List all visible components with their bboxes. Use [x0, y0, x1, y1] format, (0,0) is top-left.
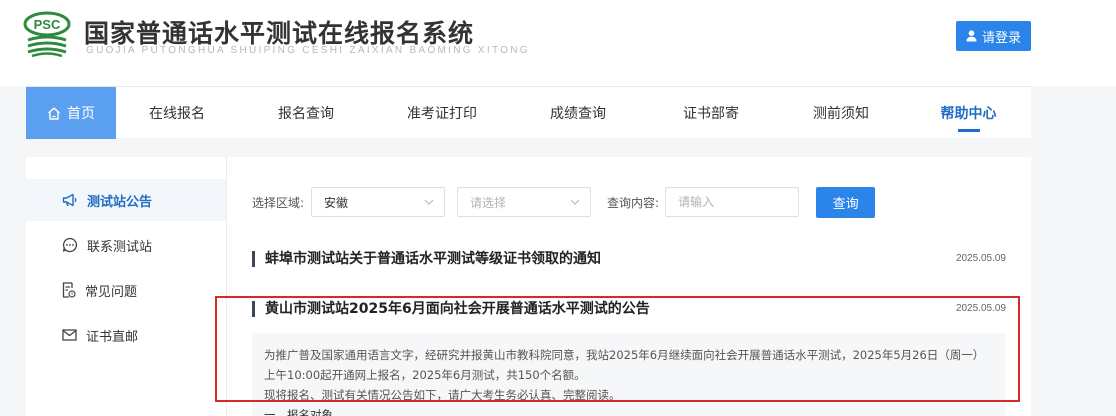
nav-home[interactable]: 首页: [26, 87, 116, 139]
nav-home-label: 首页: [67, 106, 95, 122]
logo-text: PSC: [34, 17, 61, 32]
site-title-pinyin: GUOJIA PUTONGHUA SHUIPING CESHI ZAIXIAN …: [86, 45, 530, 56]
nav-label: 准考证打印: [407, 106, 477, 122]
sidebar-item-announcements[interactable]: 测试站公告: [26, 179, 226, 221]
nav-label: 在线报名: [149, 106, 205, 122]
user-icon: [966, 30, 977, 42]
sidebar-item-faq[interactable]: 常见问题: [26, 269, 226, 311]
nav-label: 帮助中心: [940, 106, 997, 122]
sidebar-item-label: 联系测试站: [87, 239, 153, 255]
nav-admission-ticket-print[interactable]: 准考证打印: [374, 87, 510, 139]
sidebar-item-label: 常见问题: [85, 284, 138, 300]
summary-line: 上午10:00起开通网上报名，2025年6月测试，共150个名额。: [264, 368, 586, 382]
login-label: 请登录: [981, 30, 1021, 46]
nav-label: 成绩查询: [550, 106, 606, 122]
megaphone-icon: [62, 193, 77, 207]
summary-section-heading: 一、报名对象: [264, 408, 333, 416]
top-header: PSC 国家普通话水平测试在线报名系统 GUOJIA PUTONGHUA SHU…: [0, 0, 1116, 86]
chevron-down-icon: [570, 199, 580, 205]
login-button[interactable]: 请登录: [956, 21, 1031, 51]
news-item[interactable]: 黄山市测试站2025年6月面向社会开展普通话水平测试的公告 2025.05.09: [252, 301, 1006, 321]
news-date: 2025.05.09: [955, 253, 1006, 264]
mail-icon: [62, 329, 77, 341]
nav-registration-query[interactable]: 报名查询: [238, 87, 374, 139]
psc-logo: PSC: [23, 11, 71, 58]
city-placeholder: 请选择: [470, 195, 507, 210]
nav-certificate-mail[interactable]: 证书部寄: [646, 87, 776, 139]
news-item[interactable]: 蚌埠市测试站关于普通话水平测试等级证书领取的通知 2025.05.09: [252, 251, 1006, 271]
news-summary: 为推广普及国家通用语言文字，经研究并报黄山市教科院同意，我站2025年6月继续面…: [252, 333, 1006, 416]
main-nav: 首页 在线报名 报名查询 准考证打印 成绩查询 证书部寄 测前须知 帮助中心: [26, 86, 1031, 139]
query-button[interactable]: 查询: [816, 186, 876, 218]
sidebar-item-certificate-mail[interactable]: 证书直邮: [26, 314, 226, 356]
sidebar: 测试站公告 联系测试站 常见问题 证书直邮: [26, 157, 227, 416]
summary-line: 为推广普及国家通用语言文字，经研究并报黄山市教科院同意，我站2025年6月继续面…: [264, 348, 985, 362]
nav-online-registration[interactable]: 在线报名: [116, 87, 238, 139]
province-value: 安徽: [324, 195, 349, 210]
sidebar-item-label: 证书直邮: [86, 329, 139, 345]
news-date: 2025.05.09: [955, 303, 1006, 314]
sidebar-item-contact-station[interactable]: 联系测试站: [26, 224, 226, 266]
region-label: 选择区域:: [252, 195, 305, 210]
nav-label: 报名查询: [278, 106, 334, 122]
chat-icon: [62, 237, 78, 253]
province-select[interactable]: 安徽: [311, 187, 446, 217]
city-select[interactable]: 请选择: [457, 187, 592, 217]
nav-pretest-notice[interactable]: 测前须知: [776, 87, 906, 139]
faq-document-icon: [62, 282, 76, 298]
news-title[interactable]: 黄山市测试站2025年6月面向社会开展普通话水平测试的公告: [252, 301, 650, 317]
content-panel: 测试站公告 联系测试站 常见问题 证书直邮 选择区域: 安徽 请选择 查询内容:…: [26, 157, 1031, 416]
nav-label: 证书部寄: [683, 106, 739, 122]
nav-score-query[interactable]: 成绩查询: [510, 87, 646, 139]
chevron-down-icon: [424, 199, 434, 205]
summary-line: 现将报名、测试有关情况公告如下，请广大考生务必认真、完整阅读。: [264, 388, 621, 402]
active-tab-indicator: [957, 129, 980, 132]
filter-bar: 选择区域: 安徽 请选择 查询内容: 查询: [252, 186, 876, 218]
search-input[interactable]: [665, 187, 800, 217]
nav-help-center[interactable]: 帮助中心: [906, 87, 1031, 139]
sidebar-item-label: 测试站公告: [87, 194, 153, 210]
home-icon: [48, 107, 60, 120]
nav-label: 测前须知: [813, 106, 869, 122]
query-content-label: 查询内容:: [607, 195, 660, 210]
news-title[interactable]: 蚌埠市测试站关于普通话水平测试等级证书领取的通知: [252, 251, 601, 267]
